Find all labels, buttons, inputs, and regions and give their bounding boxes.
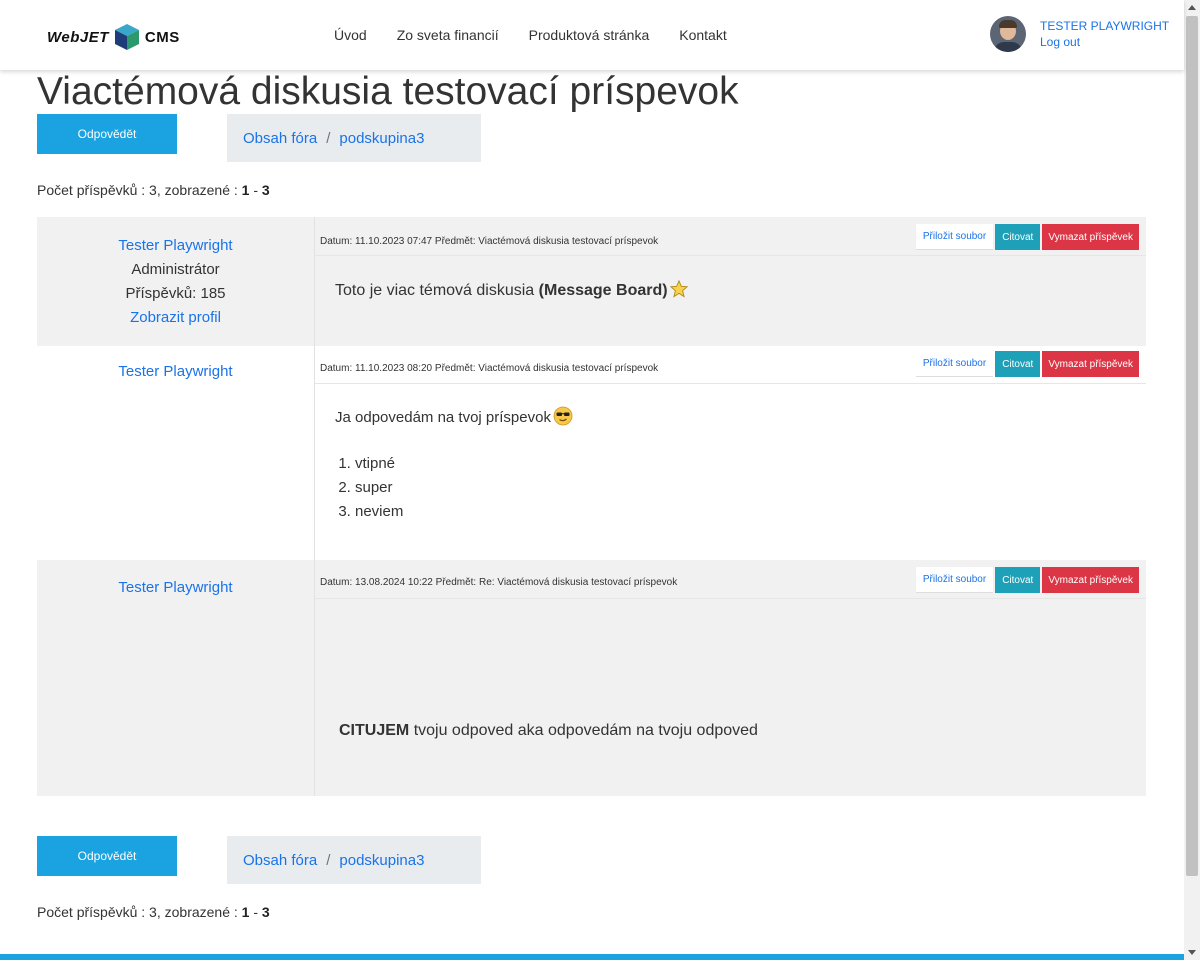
post-body: CITUJEM tvoju odpoved aka odpovedám na t… [339,722,758,740]
post-divider [315,255,1146,256]
delete-post-button[interactable]: Vymazat příspěvek [1042,567,1139,593]
user-menu: TESTER PLAYWRIGHT Log out [990,16,1169,52]
post-content-panel: Datum: 11.10.2023 08:20 Předmět: Viactém… [314,346,1146,560]
logo-cube-icon [114,24,139,50]
forum-post: Tester Playwright Datum: 13.08.2024 10:2… [37,560,1146,796]
post-divider [315,598,1146,599]
post-divider [315,383,1146,384]
forum-post: Tester Playwright Administrátor Příspěvk… [37,217,1146,346]
count-dash: - [253,182,259,198]
delete-post-button[interactable]: Vymazat příspěvek [1042,351,1139,377]
post-meta: Datum: 13.08.2024 10:22 Předmět: Re: Via… [320,577,678,588]
post-body-text: Toto je viac témová diskusia [335,282,535,299]
attach-file-button[interactable]: Přiložit soubor [915,224,994,250]
count-from: 1 [241,904,250,920]
post-author-panel: Tester Playwright [37,576,314,600]
breadcrumb-separator: / [326,129,331,147]
delete-post-button[interactable]: Vymazat příspěvek [1042,224,1139,250]
post-body: Ja odpovedám na tvoj príspevok vtipné su… [335,406,573,524]
page-scrollbar[interactable] [1184,0,1200,960]
logo-cms-text: CMS [144,28,180,46]
scroll-thumb[interactable] [1186,16,1198,876]
site-header: WebJET CMS Úvod Zo sveta financií Produk… [0,0,1184,70]
breadcrumb-top: Obsah fóra / podskupina3 [227,114,481,162]
breadcrumb-separator: / [326,851,331,869]
post-actions: Přiložit soubor Citovat Vymazat příspěve… [915,224,1139,250]
list-item: neviem [355,500,573,524]
attach-file-button[interactable]: Přiložit soubor [915,567,994,593]
post-body-bold: CITUJEM [339,722,410,739]
reply-button-bottom[interactable]: Odpovědět [37,836,177,876]
breadcrumb-forum-content-link[interactable]: Obsah fóra [243,852,317,869]
scroll-down-arrow-icon[interactable] [1188,950,1196,955]
nav-item-produktova-stranka[interactable]: Produktová stránka [529,27,650,43]
list-item: super [355,476,573,500]
post-body-text: tvoju odpoved aka odpovedám na tvoju odp… [413,722,758,739]
post-meta: Datum: 11.10.2023 07:47 Předmět: Viactém… [320,236,659,247]
post-content-panel: Datum: 13.08.2024 10:22 Předmět: Re: Via… [314,560,1146,796]
breadcrumb-subgroup-link[interactable]: podskupina3 [339,130,424,147]
footer-accent-bar [0,954,1184,960]
post-count-bottom: Počet příspěvků : 3, zobrazené : 1 - 3 [37,904,270,920]
post-author-panel: Tester Playwright Administrátor Příspěvk… [37,234,314,330]
post-body-bold: (Message Board) [538,282,668,299]
post-author-link[interactable]: Tester Playwright [37,576,314,600]
post-author-link[interactable]: Tester Playwright [37,234,314,258]
quote-button[interactable]: Citovat [995,567,1041,593]
count-to: 3 [261,182,270,198]
count-prefix: Počet příspěvků : 3, zobrazené : [37,904,238,920]
post-author-panel: Tester Playwright [37,360,314,384]
view-profile-link[interactable]: Zobrazit profil [37,306,314,330]
quote-button[interactable]: Citovat [995,224,1041,250]
count-dash: - [253,904,259,920]
logout-link[interactable]: Log out [1040,34,1169,50]
main-nav: Úvod Zo sveta financií Produktová stránk… [334,27,727,43]
nav-item-uvod[interactable]: Úvod [334,27,367,43]
page-title: Viactémová diskusia testovací príspevok [37,70,739,113]
post-author-link[interactable]: Tester Playwright [37,360,314,384]
count-to: 3 [261,904,270,920]
logo-text: WebJET [47,28,109,46]
sunglasses-emoji-icon [553,406,573,426]
webjet-logo[interactable]: WebJET CMS [47,24,180,50]
post-body-list: vtipné super neviem [335,452,573,524]
scroll-up-arrow-icon[interactable] [1188,5,1196,10]
attach-file-button[interactable]: Přiložit soubor [915,351,994,377]
count-prefix: Počet příspěvků : 3, zobrazené : [37,182,238,198]
post-actions: Přiložit soubor Citovat Vymazat příspěve… [915,567,1139,593]
quote-button[interactable]: Citovat [995,351,1041,377]
author-post-count: Příspěvků: 185 [125,285,226,302]
count-from: 1 [241,182,250,198]
post-content-panel: Datum: 11.10.2023 07:47 Předmět: Viactém… [314,217,1146,346]
breadcrumb-bottom: Obsah fóra / podskupina3 [227,836,481,884]
breadcrumb-subgroup-link[interactable]: podskupina3 [339,852,424,869]
post-meta: Datum: 11.10.2023 08:20 Předmět: Viactém… [320,363,659,374]
nav-item-zo-sveta-financii[interactable]: Zo sveta financií [397,27,499,43]
reply-button-top[interactable]: Odpovědět [37,114,177,154]
author-role: Administrátor [131,261,220,278]
forum-post: Tester Playwright Datum: 11.10.2023 08:2… [37,346,1146,560]
nav-item-kontakt[interactable]: Kontakt [679,27,726,43]
post-count-top: Počet příspěvků : 3, zobrazené : 1 - 3 [37,182,270,198]
star-emoji-icon [669,280,688,298]
post-body: Toto je viac témová diskusia (Message Bo… [335,280,688,300]
post-body-text: Ja odpovedám na tvoj príspevok [335,409,551,426]
post-actions: Přiložit soubor Citovat Vymazat příspěve… [915,351,1139,377]
user-name-link[interactable]: TESTER PLAYWRIGHT [1040,18,1169,34]
list-item: vtipné [355,452,573,476]
breadcrumb-forum-content-link[interactable]: Obsah fóra [243,130,317,147]
avatar[interactable] [990,16,1026,52]
